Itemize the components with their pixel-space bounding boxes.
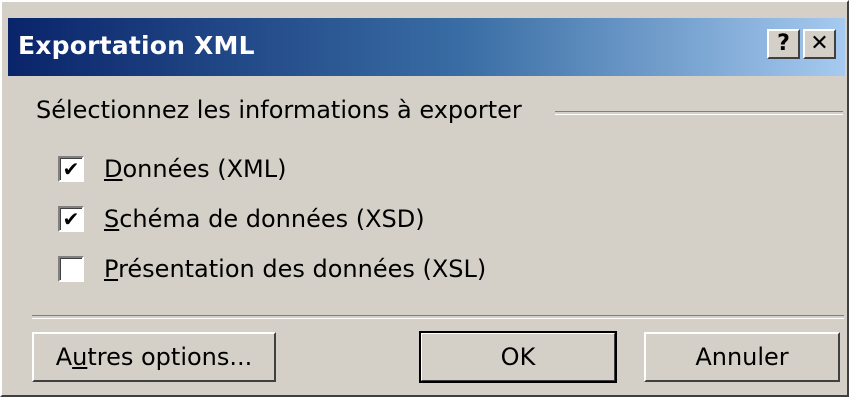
button-separator xyxy=(32,315,844,319)
title-bar[interactable]: Exportation XML ? ✕ xyxy=(8,18,845,76)
checkmark-icon: ✔ xyxy=(62,207,80,231)
close-button[interactable]: ✕ xyxy=(803,29,836,59)
option-presentation-xsl[interactable]: Présentation des données (XSL) xyxy=(58,254,486,284)
checkbox-presentation-xsl[interactable] xyxy=(58,256,84,282)
ok-button[interactable]: OK xyxy=(419,331,617,383)
option-data-xml[interactable]: ✔ Données (XML) xyxy=(58,154,287,184)
ok-label: OK xyxy=(500,343,536,371)
option-presentation-xsl-label: Présentation des données (XSL) xyxy=(104,255,487,283)
more-options-label: Autres options... xyxy=(55,343,253,371)
help-icon: ? xyxy=(777,31,790,56)
checkbox-schema-xsd[interactable]: ✔ xyxy=(58,206,84,232)
option-schema-xsd-label: Schéma de données (XSD) xyxy=(104,205,425,233)
export-xml-dialog: Exportation XML ? ✕ Sélectionnez les inf… xyxy=(0,0,849,397)
group-divider xyxy=(555,111,843,115)
group-label: Sélectionnez les informations à exporter xyxy=(36,96,522,124)
cancel-label: Annuler xyxy=(695,343,789,371)
option-data-xml-label: Données (XML) xyxy=(104,155,287,183)
checkmark-icon: ✔ xyxy=(62,157,80,181)
help-button[interactable]: ? xyxy=(767,29,800,59)
close-icon: ✕ xyxy=(810,31,829,56)
option-schema-xsd[interactable]: ✔ Schéma de données (XSD) xyxy=(58,204,425,234)
more-options-button[interactable]: Autres options... xyxy=(32,332,276,382)
cancel-button[interactable]: Annuler xyxy=(644,332,840,382)
checkbox-data-xml[interactable]: ✔ xyxy=(58,156,84,182)
dialog-title: Exportation XML xyxy=(18,31,255,60)
